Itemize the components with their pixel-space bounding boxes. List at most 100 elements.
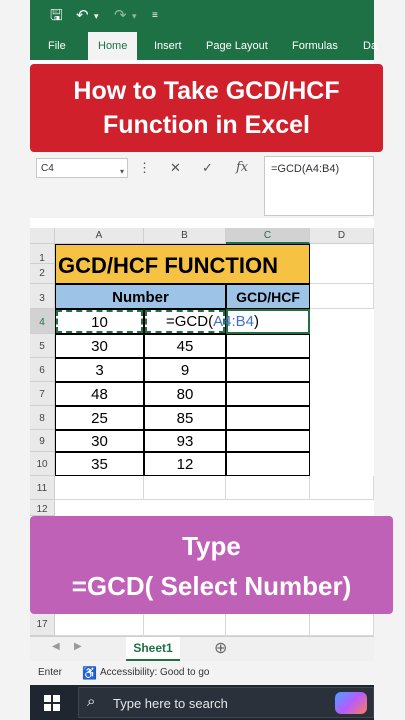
title-line-2: Function in Excel xyxy=(103,111,310,139)
formula-equals: = xyxy=(166,313,175,330)
search-icon: ⌕ xyxy=(87,693,96,710)
taskbar-search-box[interactable]: ⌕ Type here to search xyxy=(78,687,374,718)
windows-start-icon[interactable] xyxy=(44,695,60,711)
row-header-2[interactable]: 2 xyxy=(30,264,55,284)
add-sheet-icon[interactable]: ⊕ xyxy=(214,638,227,658)
enter-icon[interactable]: ✓ xyxy=(202,160,213,176)
header-number-cell[interactable]: Number xyxy=(55,284,226,309)
accessibility-icon: ♿ xyxy=(82,666,97,680)
row-header-4[interactable]: 4 xyxy=(30,309,55,334)
row-header-9[interactable]: 9 xyxy=(30,430,55,452)
title-line-1: How to Take GCD/HCF xyxy=(73,77,340,105)
save-icon[interactable]: 🖫 xyxy=(50,6,63,26)
tab-page-layout[interactable]: Page Layout xyxy=(206,32,268,60)
cell-a17[interactable] xyxy=(55,614,144,636)
cell-b11[interactable] xyxy=(144,476,226,500)
formula-range: A4:B4 xyxy=(213,313,254,330)
row-header-12[interactable]: 12 xyxy=(30,500,55,516)
search-placeholder: Type here to search xyxy=(113,696,228,711)
column-header-b[interactable]: B xyxy=(144,228,226,244)
name-box[interactable]: C4 xyxy=(36,158,128,178)
cell-c8[interactable] xyxy=(226,406,310,430)
sheet-tab-sheet1[interactable]: Sheet1 xyxy=(126,637,180,661)
undo-dropdown-icon[interactable]: ▾ xyxy=(94,6,99,26)
sheet-tabs-bar: ◀ ▶ Sheet1 ⊕ xyxy=(30,636,374,661)
row-header-1[interactable]: 1 xyxy=(30,244,55,264)
select-all-corner[interactable] xyxy=(30,228,55,244)
cell-c6[interactable] xyxy=(226,358,310,382)
cell-c10[interactable] xyxy=(226,452,310,476)
cell-c9[interactable] xyxy=(226,430,310,452)
cell-b6[interactable]: 9 xyxy=(144,358,226,382)
cell-b10[interactable]: 12 xyxy=(144,452,226,476)
left-margin xyxy=(0,0,30,720)
insert-function-icon[interactable]: fx xyxy=(236,160,248,176)
redo-dropdown-icon[interactable]: ▾ xyxy=(132,6,137,26)
caption-line-1: Type xyxy=(182,531,241,561)
cell-d1[interactable] xyxy=(310,244,374,284)
cell-a10[interactable]: 35 xyxy=(55,452,144,476)
cell-a8[interactable]: 25 xyxy=(55,406,144,430)
cancel-icon[interactable]: ✕ xyxy=(170,160,181,176)
more-icon: ⋮ xyxy=(138,160,151,175)
cell-d3[interactable] xyxy=(310,284,374,309)
tab-formulas[interactable]: Formulas xyxy=(292,32,338,60)
row-header-17[interactable]: 17 xyxy=(30,614,55,636)
windows-taskbar: ⌕ Type here to search xyxy=(30,685,374,720)
mode-indicator: Enter xyxy=(38,667,62,678)
scroll-right-icon[interactable]: ▶ xyxy=(74,641,82,652)
row-header-6[interactable]: 6 xyxy=(30,358,55,382)
cell-c7[interactable] xyxy=(226,382,310,406)
row-header-3[interactable]: 3 xyxy=(30,284,55,309)
tab-data[interactable]: Da xyxy=(363,32,377,60)
quick-access-toolbar: 🖫 ↶ ▾ ↷ ▾ ≡ xyxy=(30,0,374,32)
row-header-10[interactable]: 10 xyxy=(30,452,55,476)
column-d-area[interactable] xyxy=(310,309,374,476)
column-header-c[interactable]: C xyxy=(226,228,310,244)
title-cell[interactable]: GCD/HCF FUNCTION xyxy=(55,244,310,284)
header-gcd-cell[interactable]: GCD/HCF xyxy=(226,284,310,309)
cell-a4[interactable]: 10 xyxy=(55,309,144,334)
scroll-left-icon[interactable]: ◀ xyxy=(52,641,60,652)
active-cell-formula[interactable]: =GCD(A4:B4) xyxy=(166,312,259,332)
cell-b5[interactable]: 45 xyxy=(144,334,226,358)
caption-line-2: =GCD( Select Number) xyxy=(71,571,352,601)
cell-b9[interactable]: 93 xyxy=(144,430,226,452)
formula-input[interactable]: =GCD(A4:B4) xyxy=(264,156,374,216)
cell-b7[interactable]: 80 xyxy=(144,382,226,406)
instruction-caption: Type =GCD( Select Number) xyxy=(30,516,393,614)
row-header-7[interactable]: 7 xyxy=(30,382,55,406)
tab-insert[interactable]: Insert xyxy=(154,32,182,60)
cell-a5[interactable]: 30 xyxy=(55,334,144,358)
title-banner: How to Take GCD/HCF Function in Excel xyxy=(30,64,383,152)
formula-function: GCD( xyxy=(174,313,214,330)
redo-icon[interactable]: ↷ xyxy=(114,6,127,26)
column-header-a[interactable]: A xyxy=(55,228,144,244)
formula-bar: C4 ▾ ⋮ ✕ ✓ fx =GCD(A4:B4) xyxy=(30,150,374,218)
accessibility-status[interactable]: Accessibility: Good to go xyxy=(100,667,210,678)
cell-c11[interactable] xyxy=(226,476,310,500)
tab-home[interactable]: Home xyxy=(88,32,138,60)
cell-a7[interactable]: 48 xyxy=(55,382,144,406)
cell-c17[interactable] xyxy=(226,614,310,636)
search-highlight-icon[interactable] xyxy=(335,692,367,714)
status-bar: Enter ♿ Accessibility: Good to go xyxy=(30,661,374,685)
row-header-8[interactable]: 8 xyxy=(30,406,55,430)
customize-toolbar-icon[interactable]: ≡ xyxy=(152,6,158,26)
cell-d11[interactable] xyxy=(310,476,374,500)
cell-a6[interactable]: 3 xyxy=(55,358,144,382)
cell-d17[interactable] xyxy=(310,614,374,636)
name-box-dropdown-icon[interactable]: ▾ xyxy=(120,164,124,180)
cell-b17[interactable] xyxy=(144,614,226,636)
row-header-11[interactable]: 11 xyxy=(30,476,55,500)
column-header-d[interactable]: D xyxy=(310,228,374,244)
cell-a11[interactable] xyxy=(55,476,144,500)
cell-b8[interactable]: 85 xyxy=(144,406,226,430)
row-header-5[interactable]: 5 xyxy=(30,334,55,358)
undo-icon[interactable]: ↶ xyxy=(76,6,89,26)
formula-close: ) xyxy=(253,313,259,330)
cell-c5[interactable] xyxy=(226,334,310,358)
tab-file[interactable]: File xyxy=(48,32,66,60)
cell-a9[interactable]: 30 xyxy=(55,430,144,452)
ribbon-tabs: File Home Insert Page Layout Formulas Da xyxy=(30,32,377,60)
